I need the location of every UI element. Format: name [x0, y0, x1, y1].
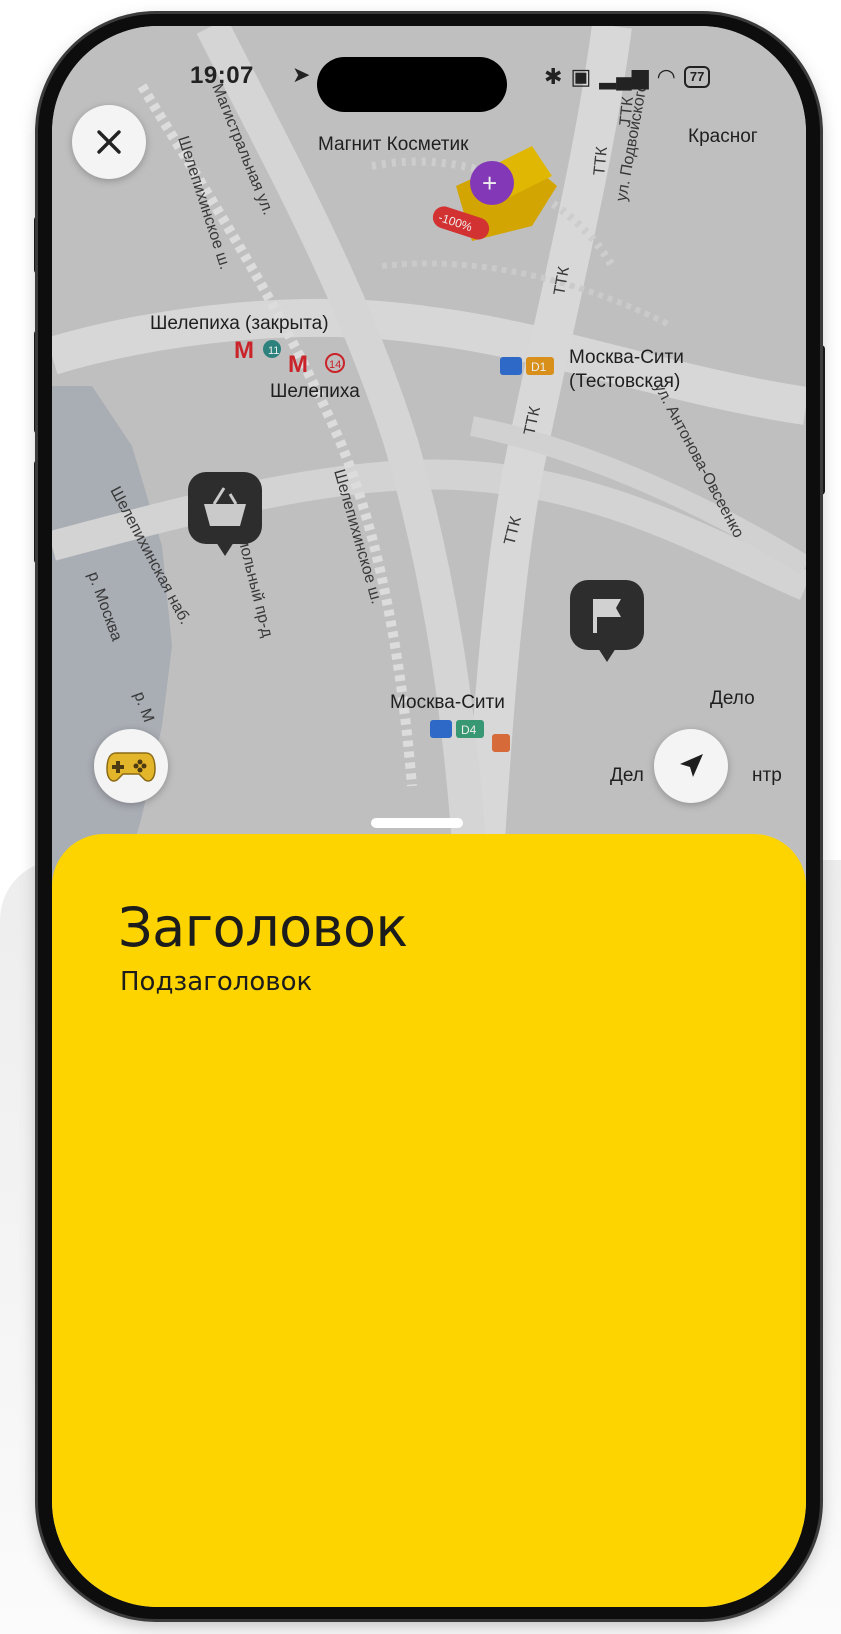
svg-text:M: M [288, 351, 308, 378]
phone-screen: Магнит Косметик Красног Шелепиха (закрыт… [52, 26, 806, 1607]
svg-text:D4: D4 [461, 723, 477, 737]
mcd-icon-moscow-city-test: D1 [500, 357, 554, 375]
close-button[interactable] [72, 105, 146, 179]
map-street-ttk-1: ТТК [591, 145, 611, 176]
map-label-delo-3: нтр [752, 765, 782, 786]
sheet-title: Заголовок [118, 896, 408, 959]
svg-text:+: + [482, 168, 497, 198]
sheet-drag-handle[interactable] [371, 818, 463, 828]
map-label-moscow-city-test-1: Москва-Сити [569, 347, 684, 368]
wifi-icon: ◠ [656, 64, 676, 89]
gamepad-icon [106, 752, 156, 782]
status-bar: 19:07 ➤ ✱ ▣ ▂▄▆ ◠ 77 [52, 26, 806, 112]
map-label-moscow-city: Москва-Сити [390, 692, 505, 713]
signal-icon: ▂▄▆ [599, 64, 649, 89]
svg-text:14: 14 [329, 359, 341, 371]
map-label-delo-2: Дел [610, 765, 644, 786]
map-street-ttk-2: ТТК [617, 95, 637, 126]
volte-icon: ▣ [570, 64, 592, 89]
navigation-arrow-icon [680, 754, 703, 777]
map-label-magnit: Магнит Косметик [318, 134, 469, 155]
bottom-sheet[interactable]: Заголовок Подзаголовок [52, 834, 806, 1607]
battery-icon: 77 [683, 66, 711, 88]
game-button[interactable] [94, 729, 168, 803]
telegram-icon: ➤ [292, 62, 311, 87]
dynamic-island [317, 57, 507, 112]
close-icon [97, 130, 121, 154]
status-time: 19:07 [190, 62, 254, 89]
bluetooth-icon: ✱ [544, 64, 563, 89]
map-label-shelepikha: Шелепиха [270, 381, 360, 402]
svg-text:D1: D1 [531, 360, 547, 374]
status-icons: ✱ ▣ ▂▄▆ ◠ 77 [544, 64, 711, 90]
svg-text:11: 11 [268, 345, 279, 357]
phone-frame: Магнит Косметик Красног Шелепиха (закрыт… [38, 14, 820, 1619]
my-location-button[interactable] [654, 729, 728, 803]
sheet-subtitle: Подзаголовок [120, 967, 313, 997]
map-label-delo-1: Дело [710, 688, 755, 709]
map-label-shelepikha-closed: Шелепиха (закрыта) [150, 313, 329, 334]
map-label-krasno: Красног [688, 126, 758, 147]
svg-text:M: M [234, 337, 254, 364]
